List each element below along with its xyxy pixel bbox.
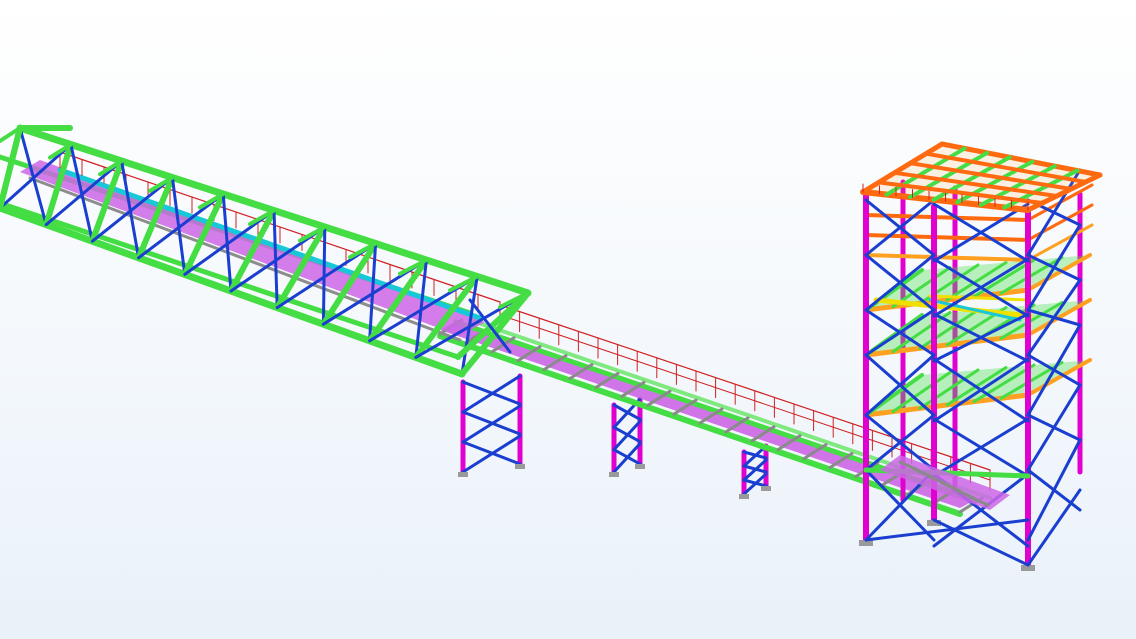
base-plate xyxy=(515,464,525,469)
base-plate xyxy=(635,464,645,469)
base-plate xyxy=(458,472,468,477)
base-plate xyxy=(739,494,749,499)
trestle-brace xyxy=(461,434,522,474)
structural-model-canvas xyxy=(0,124,1103,571)
tower-ring-beam xyxy=(864,253,1030,262)
inclined-truss-gallery xyxy=(0,124,532,378)
base-plate xyxy=(609,472,619,477)
transfer-tower xyxy=(859,168,1094,571)
model-viewport[interactable] xyxy=(0,0,1136,639)
trestle-brace xyxy=(461,374,522,414)
trestle-brace xyxy=(461,404,522,444)
handrail-top xyxy=(59,151,501,303)
base-plate xyxy=(761,486,771,491)
trestle-brace xyxy=(612,419,642,452)
